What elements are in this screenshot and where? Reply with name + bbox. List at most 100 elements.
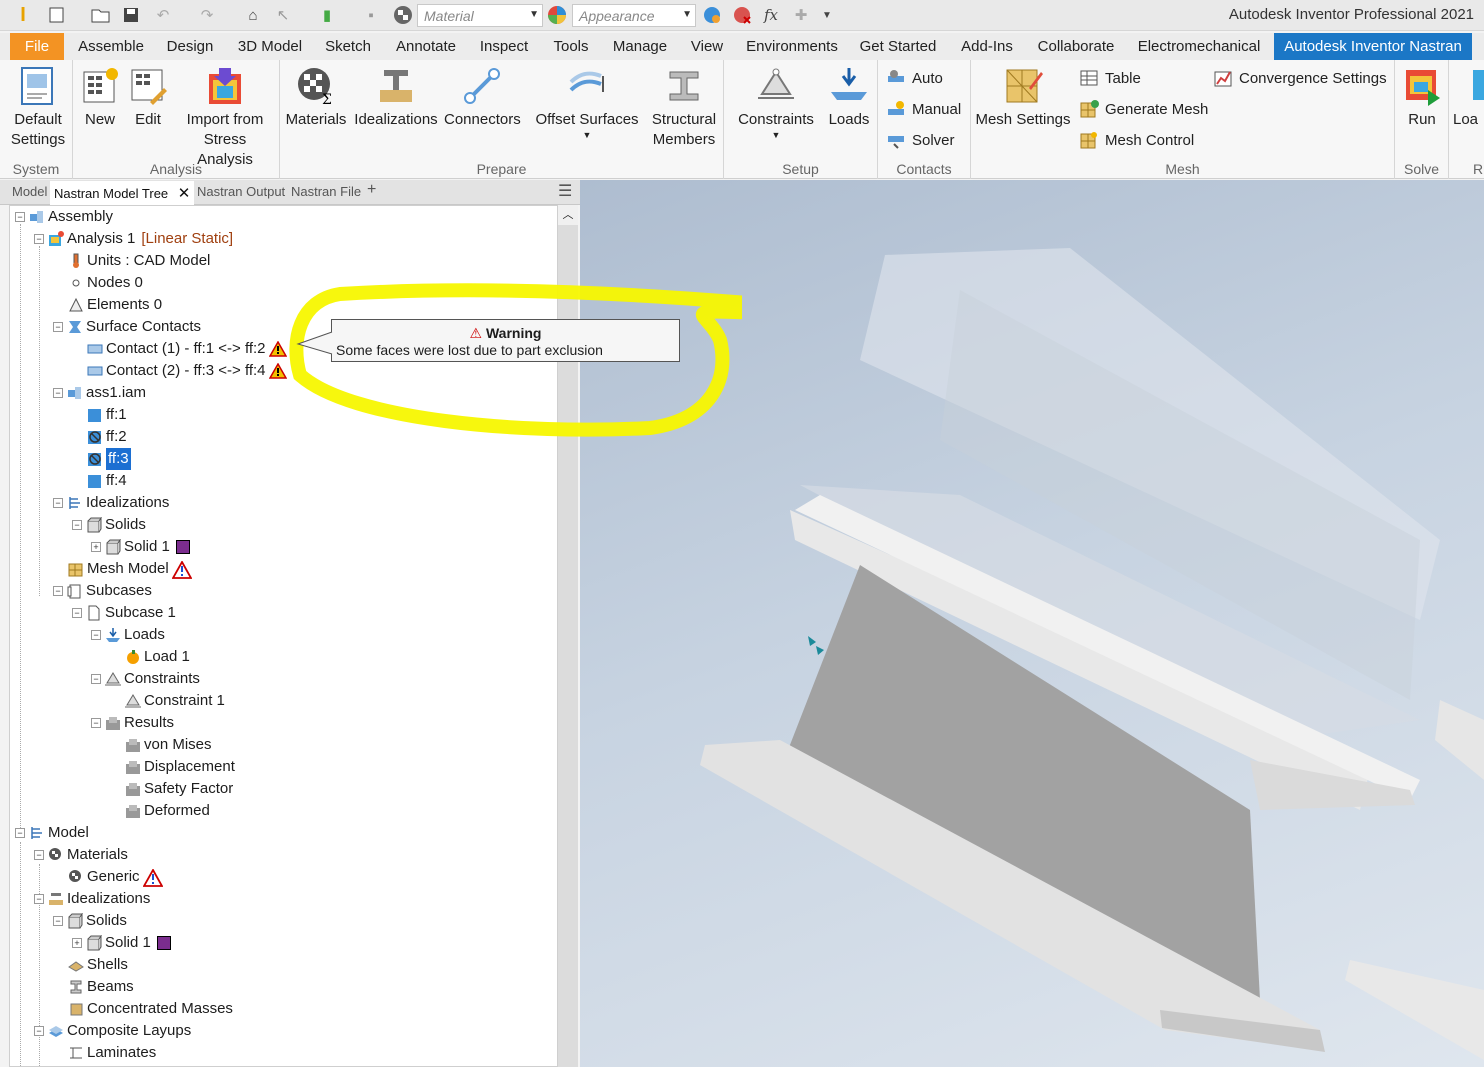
table-button[interactable]: Table (1079, 68, 1141, 88)
collapse-icon[interactable]: − (34, 850, 44, 860)
tree-analysis[interactable]: − Analysis 1 [Linear Static] (34, 228, 233, 250)
idealizations-button[interactable]: Idealizations (352, 66, 440, 130)
menu-icon[interactable]: ☰ (558, 181, 572, 201)
tree-ff2[interactable]: ff:2 (87, 426, 127, 448)
tree-load-1[interactable]: Load 1 (125, 646, 190, 668)
plus-icon[interactable]: ✚ (790, 4, 812, 26)
tree-contact-1[interactable]: Contact (1) - ff:1 <-> ff:2 (87, 338, 287, 360)
collapse-icon[interactable]: − (53, 322, 63, 332)
tree-nodes[interactable]: Nodes 0 (68, 272, 143, 294)
constraints-button[interactable]: Constraints ▼ (734, 66, 818, 140)
tab-electromechanical[interactable]: Electromechanical (1132, 33, 1266, 60)
clear-icon[interactable] (731, 4, 753, 26)
tab-view[interactable]: View (684, 33, 730, 60)
checker-icon[interactable] (392, 4, 414, 26)
tree-concentrated-masses[interactable]: Concentrated Masses (68, 998, 233, 1020)
default-settings-button[interactable]: Default Settings (8, 66, 68, 150)
tab-get-started[interactable]: Get Started (854, 33, 942, 60)
tree-materials[interactable]: − Materials (34, 844, 128, 866)
collapse-icon[interactable]: − (53, 388, 63, 398)
offset-surfaces-button[interactable]: Offset Surfaces ▼ (534, 66, 640, 140)
undo-icon[interactable]: ↶ (152, 4, 174, 26)
tab-nastran-file[interactable]: Nastran File (291, 184, 361, 199)
tree-model[interactable]: − Model (15, 822, 89, 844)
tree-ass1-iam[interactable]: − ass1.iam (53, 382, 146, 404)
tree-subcases[interactable]: − Subcases (53, 580, 152, 602)
tab-model-browser[interactable]: Model (12, 184, 47, 199)
materials-button[interactable]: Σ Materials (284, 66, 348, 130)
tree-assembly[interactable]: − Assembly (15, 206, 113, 228)
collapse-icon[interactable]: − (91, 674, 101, 684)
collapse-icon[interactable]: − (34, 1026, 44, 1036)
tab-inspect[interactable]: Inspect (472, 33, 536, 60)
tab-annotate[interactable]: Annotate (388, 33, 464, 60)
tab-3d-model[interactable]: 3D Model (230, 33, 310, 60)
fx-icon[interactable]: fx (760, 4, 782, 26)
manual-contacts-button[interactable]: Manual (886, 99, 961, 119)
generate-mesh-button[interactable]: Generate Mesh (1079, 99, 1208, 119)
collapse-icon[interactable]: − (91, 630, 101, 640)
tab-manage[interactable]: Manage (606, 33, 674, 60)
add-tab-button[interactable]: + (367, 181, 376, 199)
tab-sketch[interactable]: Sketch (318, 33, 378, 60)
appearance-dropdown[interactable]: Appearance ▼ (572, 4, 696, 27)
tree-composite-layups[interactable]: − Composite Layups (34, 1020, 191, 1042)
mesh-settings-button[interactable]: Mesh Settings (975, 66, 1071, 130)
tree-displacement[interactable]: Displacement (125, 756, 235, 778)
collapse-icon[interactable]: − (53, 586, 63, 596)
run-button[interactable]: Run (1399, 66, 1445, 130)
convergence-settings-button[interactable]: Convergence Settings (1213, 68, 1387, 88)
tree-idealizations-model[interactable]: − Idealizations (34, 888, 150, 910)
tree-contact-2[interactable]: Contact (2) - ff:3 <-> ff:4 (87, 360, 287, 382)
tree-ff4[interactable]: ff:4 (87, 470, 127, 492)
tree-generic-material[interactable]: Generic (68, 866, 164, 888)
tree-elements[interactable]: Elements 0 (68, 294, 162, 316)
loads-button[interactable]: Loads (824, 66, 874, 130)
expand-icon[interactable]: + (72, 938, 82, 948)
load-partial-button[interactable]: Loa (1453, 66, 1484, 130)
edit-analysis-button[interactable]: Edit (127, 66, 169, 130)
tree-beams[interactable]: Beams (68, 976, 134, 998)
tree-subcase-1[interactable]: − Subcase 1 (72, 602, 176, 624)
warning-icon[interactable] (141, 868, 164, 887)
tab-collaborate[interactable]: Collaborate (1030, 33, 1122, 60)
tree-solids-model[interactable]: − Solids (53, 910, 127, 932)
measure-icon[interactable]: ▪ (360, 4, 382, 26)
tab-nastran-output[interactable]: Nastran Output (197, 184, 285, 199)
collapse-icon[interactable]: − (91, 718, 101, 728)
chevron-up-icon[interactable]: ︿ (558, 205, 578, 225)
collapse-icon[interactable]: − (72, 520, 82, 530)
tab-file[interactable]: File (10, 33, 64, 60)
home-icon[interactable]: ⌂ (242, 4, 264, 26)
solver-contacts-button[interactable]: Solver (886, 130, 955, 150)
tab-design[interactable]: Design (160, 33, 220, 60)
warning-icon[interactable] (171, 560, 193, 579)
tree-surface-contacts[interactable]: − Surface Contacts (53, 316, 201, 338)
collapse-icon[interactable]: − (53, 916, 63, 926)
collapse-icon[interactable]: − (15, 828, 25, 838)
structural-members-button[interactable]: Structural Members (646, 66, 722, 150)
connectors-button[interactable]: Connectors (444, 66, 521, 130)
redo-icon[interactable]: ↷ (196, 4, 218, 26)
collapse-icon[interactable]: − (34, 894, 44, 904)
tree-ff1[interactable]: ff:1 (87, 404, 127, 426)
tree-results[interactable]: − Results (91, 712, 174, 734)
tab-nastran-model-tree[interactable]: Nastran Model Tree ✕ (50, 181, 195, 205)
tree-laminates[interactable]: Laminates (68, 1042, 156, 1064)
collapse-icon[interactable]: − (15, 212, 25, 222)
tree-loads[interactable]: − Loads (91, 624, 165, 646)
tree-solids[interactable]: − Solids (72, 514, 146, 536)
tree-solid-1-model[interactable]: + Solid 1 (72, 932, 171, 954)
new-analysis-button[interactable]: New (79, 66, 121, 130)
tree-units[interactable]: Units : CAD Model (68, 250, 210, 272)
tree-safety-factor[interactable]: Safety Factor (125, 778, 233, 800)
expand-icon[interactable]: + (91, 542, 101, 552)
new-icon[interactable] (46, 4, 68, 26)
chevron-down-icon[interactable]: ▼ (816, 4, 838, 26)
tree-shells[interactable]: Shells (68, 954, 128, 976)
tree-deformed[interactable]: Deformed (125, 800, 210, 822)
tab-assemble[interactable]: Assemble (72, 33, 150, 60)
update-icon[interactable]: ▮ (316, 4, 338, 26)
tab-nastran[interactable]: Autodesk Inventor Nastran (1274, 33, 1472, 60)
material-dropdown[interactable]: Material ▼ (417, 4, 543, 27)
